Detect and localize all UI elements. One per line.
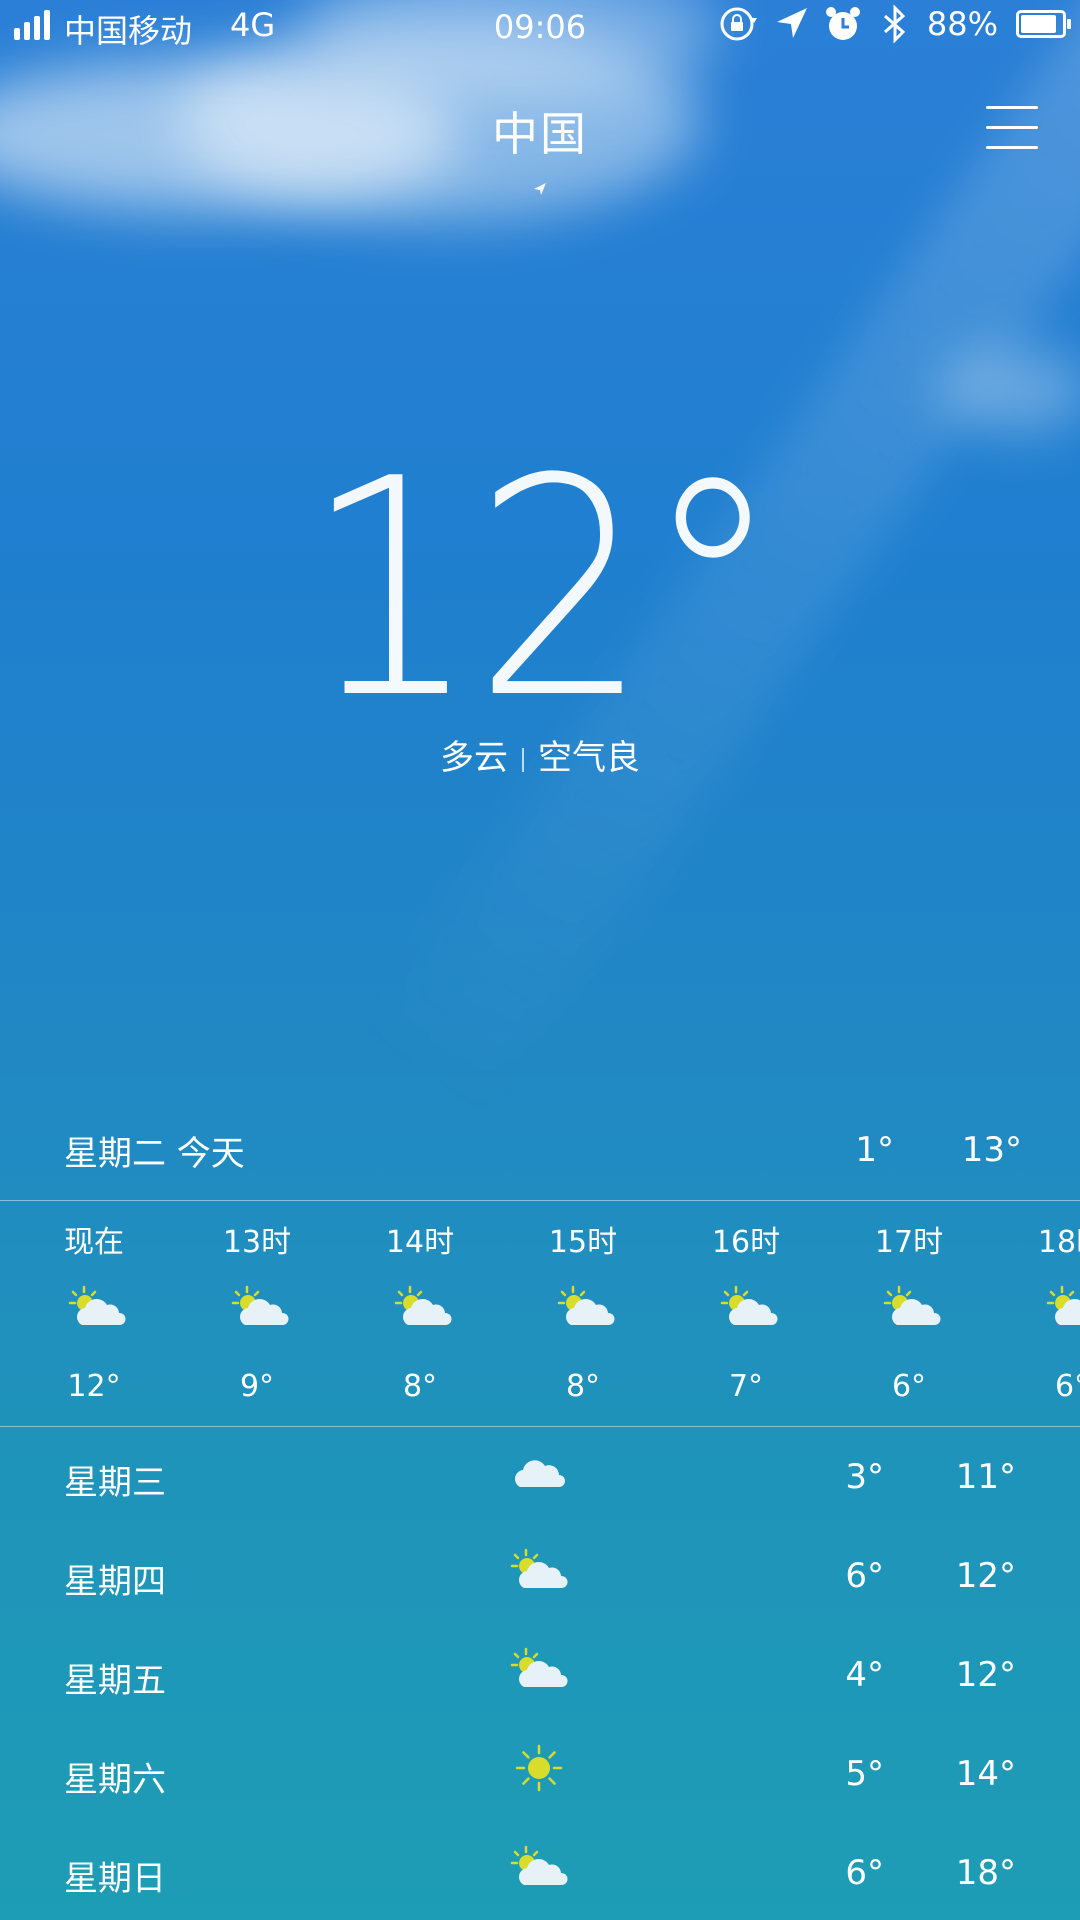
daily-row[interactable]: 星期日 6° 18° <box>0 1823 1080 1920</box>
partly-cloudy-icon <box>883 1283 941 1331</box>
status-bar: 中国移动 4G 09:06 88% <box>0 0 1080 54</box>
status-icons: 88% <box>719 4 1071 44</box>
daily-row[interactable]: 星期六 5° 14° <box>0 1724 1080 1823</box>
hamburger-menu-icon[interactable] <box>986 104 1038 150</box>
sunny-icon <box>510 1742 568 1794</box>
partly-cloudy-icon <box>68 1283 126 1331</box>
alarm-icon <box>825 7 860 40</box>
hour-temperature: 8° <box>402 1369 438 1404</box>
day-name: 星期四 <box>64 1562 166 1602</box>
current-location-icon <box>534 183 546 195</box>
day-high: 12° <box>955 1556 1016 1596</box>
day-high: 11° <box>955 1457 1016 1497</box>
hour-temperature: 12° <box>67 1369 121 1404</box>
today-summary: 星期二 今天 1° 13° <box>64 1120 1022 1180</box>
hour-label: 现在 <box>64 1225 124 1260</box>
hour-temperature: 6° <box>1054 1369 1080 1404</box>
day-name: 星期日 <box>64 1859 166 1899</box>
partly-cloudy-icon <box>394 1283 452 1331</box>
hourly-forecast[interactable]: 现在 12° 13时 9° 14时 8° 15时 8° 16时 7° 17时 6° 18时 6° <box>0 1201 1080 1426</box>
hour-label: 15时 <box>548 1225 618 1260</box>
partly-cloudy-icon <box>557 1283 615 1331</box>
daily-row[interactable]: 星期五 4° 12° <box>0 1625 1080 1724</box>
cloudy-icon <box>510 1445 568 1497</box>
hour-label: 14时 <box>385 1225 455 1260</box>
battery-percentage: 88% <box>926 5 998 43</box>
day-name: 星期五 <box>64 1661 166 1701</box>
hour-temperature: 7° <box>728 1369 764 1404</box>
day-low: 5° <box>845 1754 884 1794</box>
day-name: 星期六 <box>64 1760 166 1800</box>
partly-cloudy-icon <box>720 1283 778 1331</box>
today-label: 星期二 今天 <box>64 1134 245 1174</box>
battery-icon <box>1016 10 1071 38</box>
partly-cloudy-icon <box>510 1643 568 1695</box>
day-high: 12° <box>955 1655 1016 1695</box>
location-icon <box>776 8 807 38</box>
day-low: 4° <box>845 1655 884 1695</box>
today-high: 13° <box>961 1130 1022 1170</box>
day-name: 星期三 <box>64 1463 166 1503</box>
day-low: 6° <box>845 1556 884 1596</box>
hour-temperature: 9° <box>239 1369 275 1404</box>
hour-label: 18时 <box>1037 1225 1080 1260</box>
city-name[interactable]: 中国 <box>0 98 1080 164</box>
hour-label: 16时 <box>711 1225 781 1260</box>
today-low: 1° <box>855 1130 894 1170</box>
weather-condition: 多云 <box>440 738 508 778</box>
daily-row[interactable]: 星期四 6° 12° <box>0 1526 1080 1625</box>
partly-cloudy-icon <box>1046 1283 1080 1331</box>
separator <box>522 747 524 772</box>
current-temperature: 12° <box>303 415 782 764</box>
air-quality[interactable]: 空气良 <box>538 738 640 778</box>
bluetooth-icon <box>883 4 906 44</box>
day-high: 18° <box>955 1853 1016 1893</box>
partly-cloudy-icon <box>510 1544 568 1596</box>
hour-temperature: 6° <box>891 1369 927 1404</box>
day-low: 6° <box>845 1853 884 1893</box>
partly-cloudy-icon <box>510 1841 568 1893</box>
hour-label: 13时 <box>222 1225 292 1260</box>
current-condition: 多云 空气良 <box>0 730 1080 779</box>
hour-label: 17时 <box>874 1225 944 1260</box>
day-low: 3° <box>845 1457 884 1497</box>
partly-cloudy-icon <box>231 1283 289 1331</box>
hour-temperature: 8° <box>565 1369 601 1404</box>
weather-screen: 中国移动 4G 09:06 88% 中国 12° 多云 空气良 星期二 今天 1… <box>0 0 1080 1920</box>
rotation-lock-icon <box>720 7 757 41</box>
day-high: 14° <box>955 1754 1016 1794</box>
daily-row[interactable]: 星期三 3° 11° <box>0 1427 1080 1526</box>
